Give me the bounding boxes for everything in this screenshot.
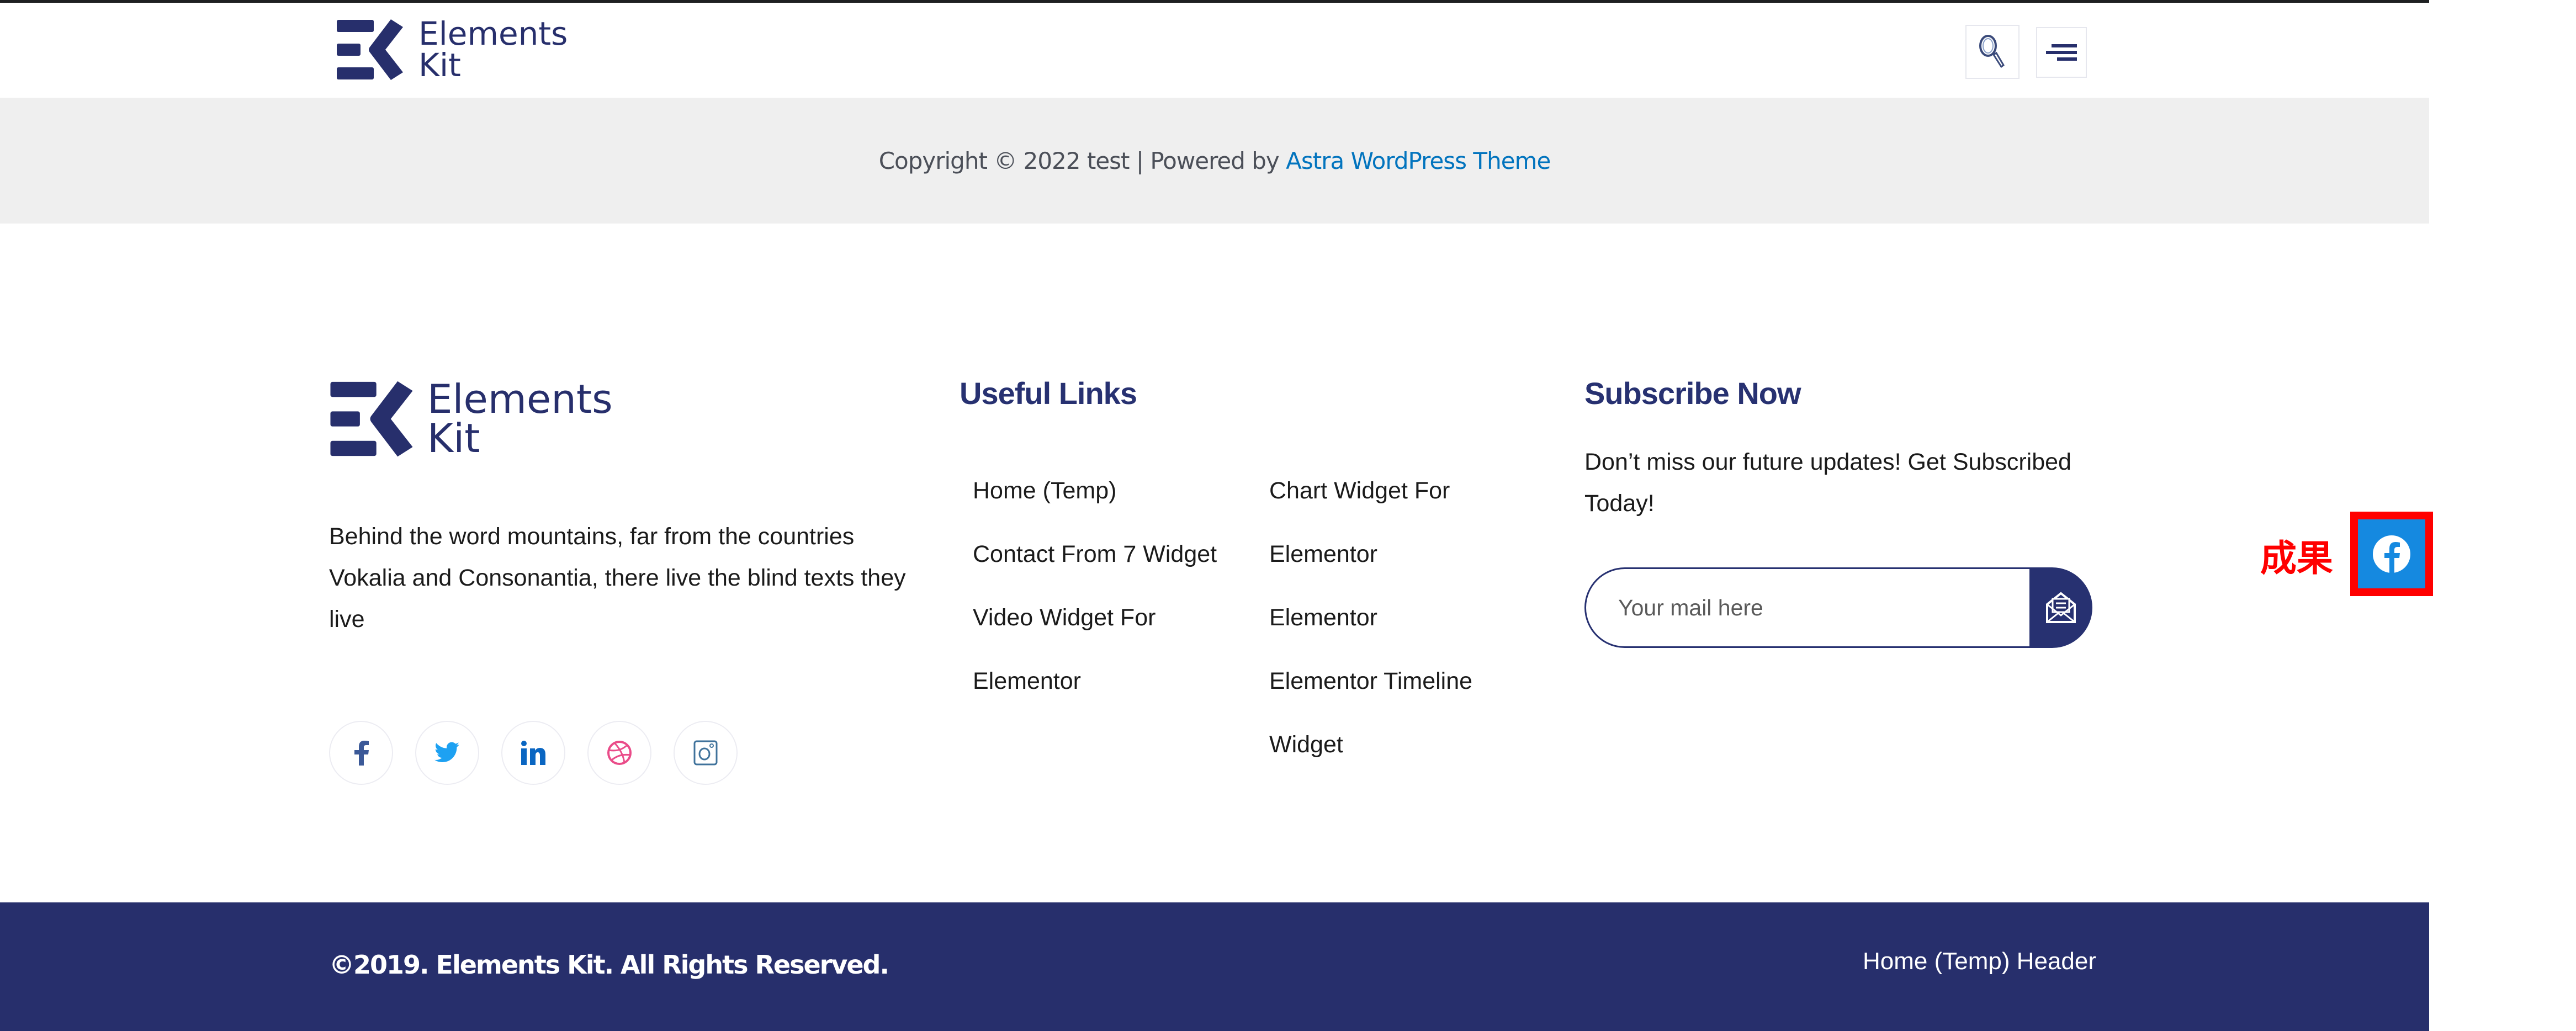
- footer-link[interactable]: Chart Widget For: [1269, 459, 1472, 523]
- menu-toggle-button[interactable]: [2036, 27, 2087, 78]
- footer-link[interactable]: Widget: [1269, 713, 1472, 777]
- annotation-label: 成果: [2260, 537, 2333, 580]
- page: Elements Kit Copyright © 2022 test | Pow…: [0, 0, 2429, 1031]
- useful-links-column-a: Home (Temp) Contact From 7 Widget Video …: [973, 459, 1217, 713]
- facebook-icon: [354, 741, 369, 766]
- subscribe-title: Subscribe Now: [1584, 376, 1801, 411]
- subscribe-button[interactable]: [2029, 567, 2092, 648]
- email-input[interactable]: [1584, 567, 2043, 648]
- social-facebook-button[interactable]: [329, 721, 393, 785]
- search-button[interactable]: [1965, 25, 2020, 79]
- search-icon: [1979, 35, 2005, 68]
- copyright-prefix: Copyright © 2022 test | Powered by: [878, 147, 1286, 174]
- logo-text: Elements Kit: [427, 380, 613, 458]
- footer-link[interactable]: Elementor: [1269, 586, 1472, 650]
- logo-text: Elements Kit: [418, 18, 568, 81]
- astra-theme-link[interactable]: Astra WordPress Theme: [1286, 147, 1551, 174]
- useful-links-title: Useful Links: [960, 376, 1137, 411]
- elementskit-logo-icon: [330, 381, 413, 457]
- social-instagram-button[interactable]: [674, 721, 738, 785]
- floating-facebook-button[interactable]: [2358, 519, 2425, 588]
- subscribe-form: [1584, 567, 2092, 648]
- dribbble-icon: [607, 741, 632, 765]
- elementskit-logo-icon: [337, 19, 403, 80]
- footer-link[interactable]: Elementor: [1269, 523, 1472, 586]
- site-header: Elements Kit: [0, 3, 2429, 97]
- logo-text-line2: Kit: [418, 46, 461, 84]
- envelope-open-icon: [2046, 592, 2076, 623]
- logo-text-line1: Elements: [427, 376, 613, 423]
- logo-text-line1: Elements: [418, 15, 568, 53]
- social-linkedin-button[interactable]: [501, 721, 565, 785]
- footer-link[interactable]: Elementor: [973, 650, 1217, 713]
- logo-text-line2: Kit: [427, 415, 480, 461]
- home-temp-header-link[interactable]: Home (Temp) Header: [1863, 948, 2096, 975]
- copyright-strip: Copyright © 2022 test | Powered by Astra…: [0, 98, 2429, 224]
- facebook-icon: [2373, 535, 2410, 573]
- bottom-bar: ©2019. Elements Kit. All Rights Reserved…: [0, 902, 2429, 1031]
- useful-links-column-b: Chart Widget For Elementor Elementor Ele…: [1269, 459, 1472, 777]
- social-twitter-button[interactable]: [415, 721, 479, 785]
- footer-link[interactable]: Video Widget For: [973, 586, 1217, 650]
- copyright-text: Copyright © 2022 test | Powered by Astra…: [879, 147, 1551, 174]
- subscribe-description: Don’t miss our future updates! Get Subsc…: [1584, 449, 2071, 517]
- social-links: [329, 721, 738, 785]
- twitter-icon: [434, 742, 459, 762]
- linkedin-icon: [521, 741, 545, 765]
- bottom-copyright: ©2019. Elements Kit. All Rights Reserved…: [329, 950, 889, 980]
- footer-logo[interactable]: Elements Kit: [329, 380, 613, 458]
- header-logo[interactable]: Elements Kit: [336, 18, 568, 81]
- footer-link[interactable]: Contact From 7 Widget: [973, 523, 1217, 586]
- annotation-highlight-box: [2350, 512, 2433, 596]
- instagram-icon: [693, 740, 718, 766]
- footer-link[interactable]: Home (Temp): [973, 459, 1217, 523]
- footer-link[interactable]: Elementor Timeline: [1269, 650, 1472, 713]
- hamburger-menu-icon: [2046, 44, 2077, 61]
- about-text: Behind the word mountains, far from the …: [329, 523, 906, 633]
- social-dribbble-button[interactable]: [587, 721, 651, 785]
